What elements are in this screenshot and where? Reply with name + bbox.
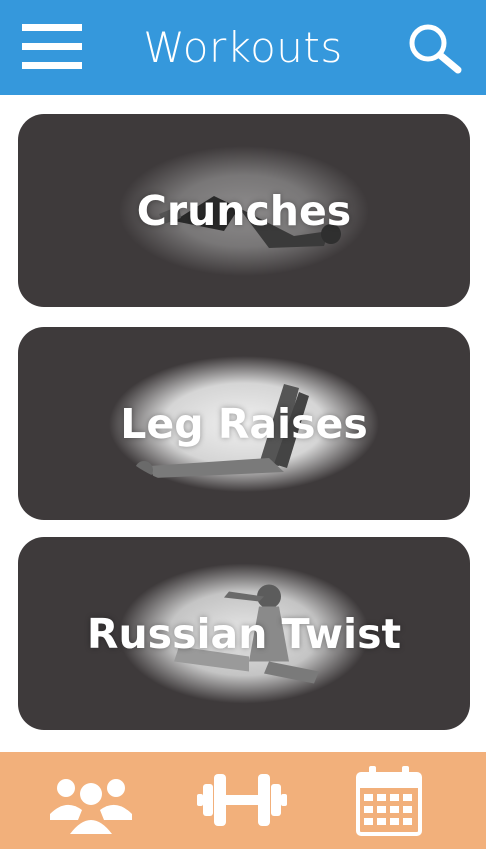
app-header: Workouts bbox=[0, 0, 486, 95]
workout-card-leg-raises[interactable]: Leg Raises bbox=[18, 327, 470, 520]
dumbbell-icon[interactable] bbox=[197, 764, 287, 836]
workout-label: Leg Raises bbox=[120, 399, 368, 448]
search-icon[interactable] bbox=[404, 21, 464, 75]
workout-card-crunches[interactable]: Crunches bbox=[18, 114, 470, 307]
community-icon[interactable] bbox=[48, 764, 134, 836]
calendar-icon[interactable] bbox=[356, 764, 422, 836]
workout-label: Crunches bbox=[136, 186, 352, 235]
bottom-nav bbox=[0, 752, 486, 849]
workout-label: Russian Twist bbox=[86, 609, 402, 658]
workout-card-russian-twist[interactable]: Russian Twist bbox=[18, 537, 470, 730]
